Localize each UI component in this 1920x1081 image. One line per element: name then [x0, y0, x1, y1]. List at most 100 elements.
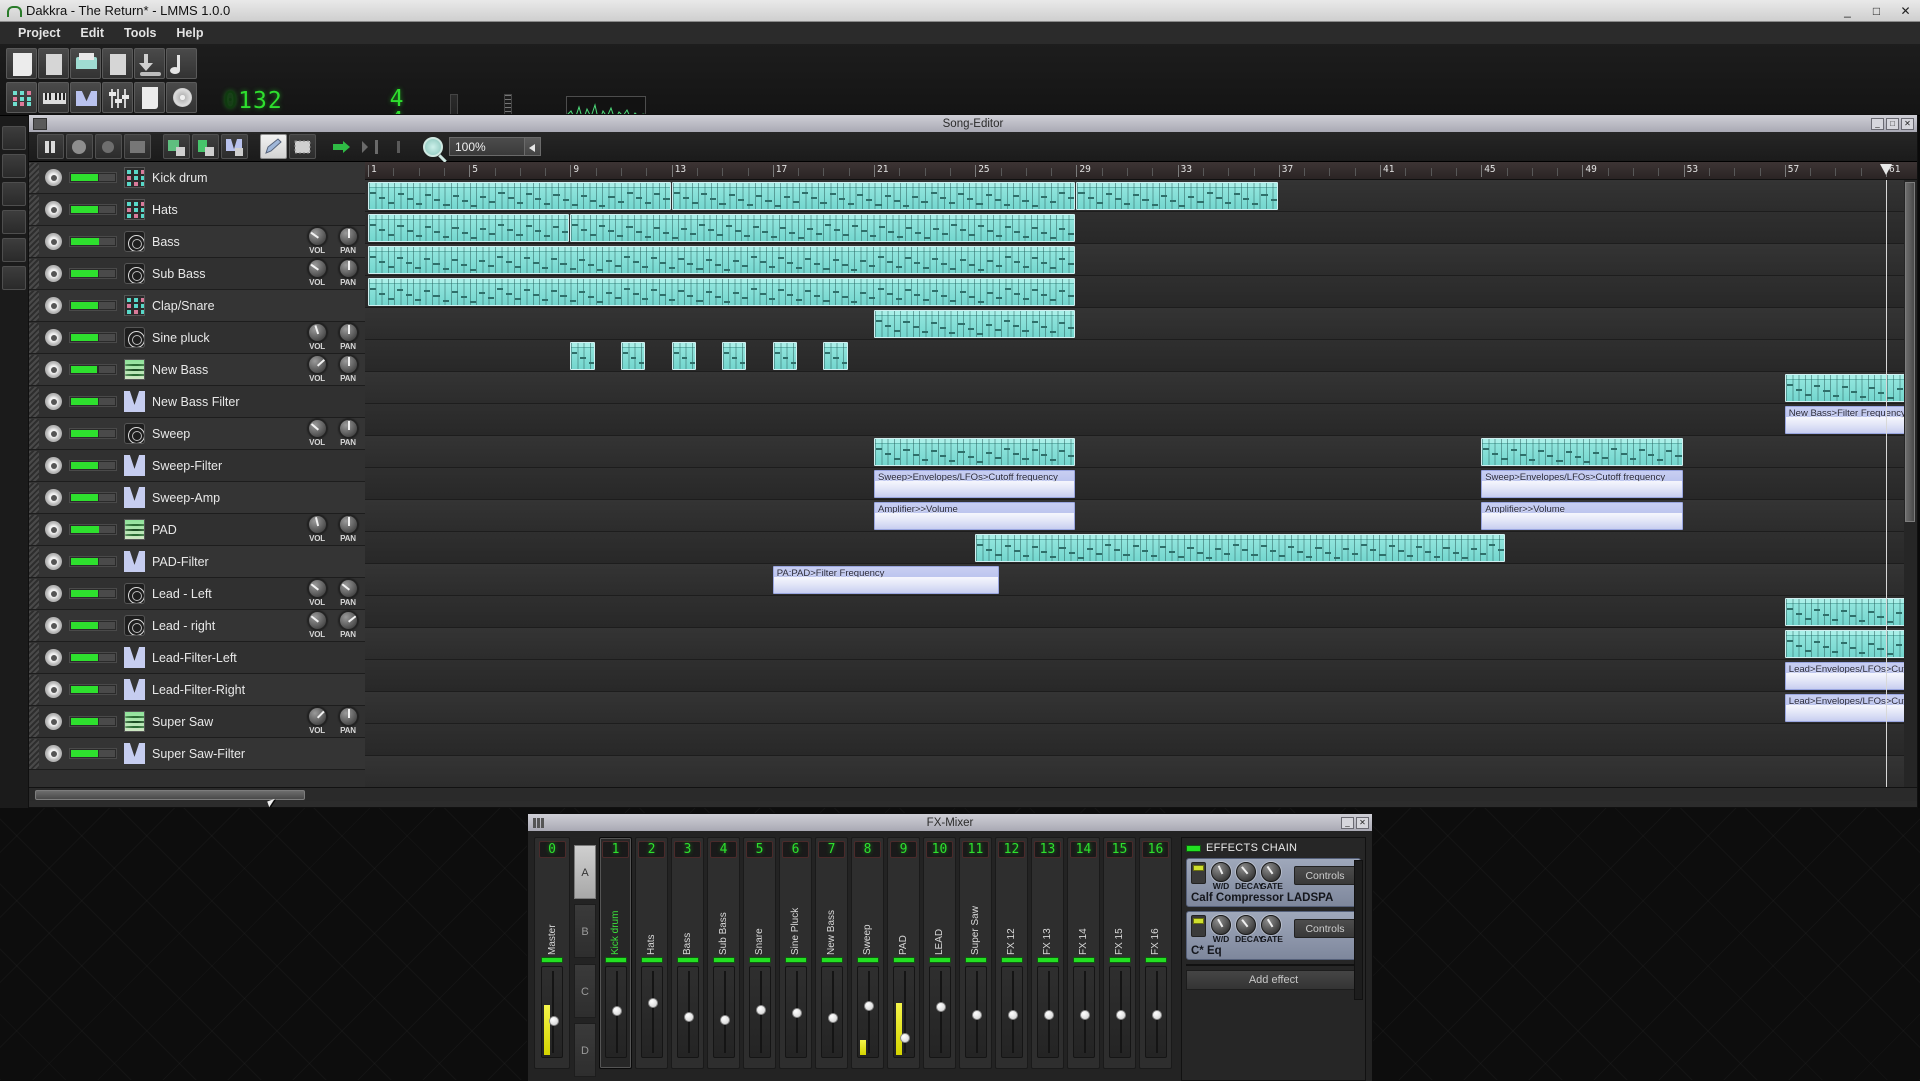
automation-clip[interactable]: New Bass>Filter Frequency [1784, 406, 1917, 434]
fx-channel-strip[interactable]: 15 FX 15 [1103, 837, 1136, 1069]
fx-channel-strip[interactable]: 11 Super Saw [959, 837, 992, 1069]
track-activity-meter[interactable] [69, 396, 117, 407]
piano-roll-icon[interactable] [38, 82, 69, 113]
project-notes-icon[interactable] [134, 82, 165, 113]
track-drag-handle[interactable] [29, 162, 39, 193]
pattern-clip[interactable] [1784, 598, 1917, 626]
fx-channel-fader[interactable] [640, 966, 663, 1058]
fx-channel-mute-led[interactable] [640, 957, 663, 963]
fx-fader-handle[interactable] [1080, 1010, 1090, 1020]
fx-channel-strip[interactable]: 14 FX 14 [1067, 837, 1100, 1069]
menu-item-edit[interactable]: Edit [70, 23, 114, 43]
fx-mixer-icon[interactable] [102, 82, 133, 113]
pattern-clip[interactable] [772, 342, 798, 370]
my-projects-icon[interactable] [2, 154, 26, 178]
track-volume-knob[interactable] [307, 355, 327, 374]
fx-channel-mute-led[interactable] [1144, 957, 1167, 963]
automation-clip[interactable]: PA:PAD>Filter Frequency [772, 566, 1000, 594]
fx-channel-strip[interactable]: 16 FX 16 [1139, 837, 1172, 1069]
fx-channel-fader[interactable] [1000, 966, 1023, 1058]
controller-rack-icon[interactable] [166, 82, 197, 113]
fx-channel-mute-led[interactable] [784, 957, 807, 963]
track-activity-meter[interactable] [69, 332, 117, 343]
track-settings-gear-icon[interactable] [45, 233, 62, 250]
fx-channel-mute-led[interactable] [541, 957, 563, 963]
track-row[interactable]: Lead - right VOL PAN [29, 610, 365, 642]
fx-channel-fader[interactable] [604, 966, 627, 1058]
effect-enable-led[interactable] [1191, 915, 1206, 937]
effect-slot[interactable]: W/D DECAY GATE Controls Calf Compressor … [1186, 858, 1361, 907]
track-lane[interactable] [365, 308, 1917, 340]
track-lane[interactable] [365, 628, 1917, 660]
track-settings-gear-icon[interactable] [45, 489, 62, 506]
automation-clip[interactable]: Amplifier>>Volume [1481, 502, 1683, 530]
track-activity-meter[interactable] [69, 684, 117, 695]
root-directory-icon[interactable] [2, 266, 26, 290]
track-activity-meter[interactable] [69, 524, 117, 535]
pattern-clip[interactable] [975, 534, 1506, 562]
horizontal-scrollbar[interactable] [29, 787, 1917, 801]
track-activity-meter[interactable] [69, 268, 117, 279]
track-row[interactable]: Lead-Filter-Left [29, 642, 365, 674]
pattern-clip[interactable] [874, 438, 1076, 466]
track-drag-handle[interactable] [29, 418, 39, 449]
fx-fader-handle[interactable] [720, 1014, 730, 1025]
fx-ab-button-d[interactable]: D [574, 1023, 596, 1078]
track-pan-knob[interactable] [338, 579, 358, 598]
track-volume-knob[interactable] [307, 515, 327, 534]
fx-channel-mute-led[interactable] [748, 957, 771, 963]
fx-channel-mute-led[interactable] [856, 957, 879, 963]
playhead[interactable] [1886, 180, 1887, 787]
fx-fader-handle[interactable] [548, 1016, 559, 1027]
effect-knob-dial[interactable] [1211, 862, 1231, 882]
minimize-button[interactable]: _ [1833, 1, 1862, 21]
add-effect-button[interactable]: Add effect [1186, 970, 1361, 990]
fx-channel-mute-led[interactable] [928, 957, 951, 963]
effect-enable-led[interactable] [1191, 862, 1206, 884]
track-activity-meter[interactable] [69, 172, 117, 183]
close-button[interactable]: ✕ [1891, 1, 1920, 21]
automation-editor-icon[interactable] [70, 82, 101, 113]
track-lane[interactable] [365, 404, 1917, 436]
fx-fader-handle[interactable] [648, 997, 658, 1008]
track-row[interactable]: New Bass Filter [29, 386, 365, 418]
track-pan-knob[interactable] [338, 515, 358, 534]
fx-channel-mute-led[interactable] [892, 957, 915, 963]
maximize-button[interactable]: □ [1862, 1, 1891, 21]
track-settings-gear-icon[interactable] [45, 393, 62, 410]
record-accompany-button[interactable] [124, 134, 151, 159]
track-pan-knob[interactable] [338, 707, 358, 726]
add-automation-track-button[interactable] [221, 134, 248, 159]
track-drag-handle[interactable] [29, 290, 39, 321]
track-row[interactable]: Lead - Left VOL PAN [29, 578, 365, 610]
track-lane[interactable] [365, 692, 1917, 724]
fx-channel-mute-led[interactable] [820, 957, 843, 963]
instrument-plugins-icon[interactable] [2, 126, 26, 150]
track-lane[interactable] [365, 724, 1917, 756]
fx-channel-strip[interactable]: 0 Master [534, 837, 570, 1069]
track-settings-gear-icon[interactable] [45, 457, 62, 474]
fx-channel-strip[interactable]: 1 Kick drum [599, 837, 632, 1069]
song-grid[interactable]: New Bass>Filter Frequency New Bass>Filte… [365, 180, 1917, 787]
fx-fader-handle[interactable] [1152, 1010, 1162, 1020]
effects-chain-scrollbar[interactable] [1354, 860, 1363, 1000]
track-row[interactable]: Super Saw-Filter [29, 738, 365, 770]
track-volume-knob[interactable] [307, 419, 327, 438]
track-drag-handle[interactable] [29, 578, 39, 609]
pattern-clip[interactable] [368, 246, 1076, 274]
track-activity-meter[interactable] [69, 364, 117, 375]
pattern-clip[interactable] [1784, 374, 1917, 402]
fx-fader-handle[interactable] [828, 1013, 838, 1024]
track-activity-meter[interactable] [69, 492, 117, 503]
import-icon[interactable] [134, 48, 165, 79]
track-row[interactable]: Sub Bass VOL PAN [29, 258, 365, 290]
effect-controls-button[interactable]: Controls [1294, 866, 1356, 885]
track-row[interactable]: New Bass VOL PAN [29, 354, 365, 386]
fx-fader-handle[interactable] [864, 1000, 874, 1011]
track-settings-gear-icon[interactable] [45, 553, 62, 570]
pattern-clip[interactable] [570, 214, 1076, 242]
fx-channel-strip[interactable]: 12 FX 12 [995, 837, 1028, 1069]
track-row[interactable]: Clap/Snare [29, 290, 365, 322]
fx-channel-mute-led[interactable] [676, 957, 699, 963]
fx-fader-handle[interactable] [1044, 1010, 1054, 1020]
